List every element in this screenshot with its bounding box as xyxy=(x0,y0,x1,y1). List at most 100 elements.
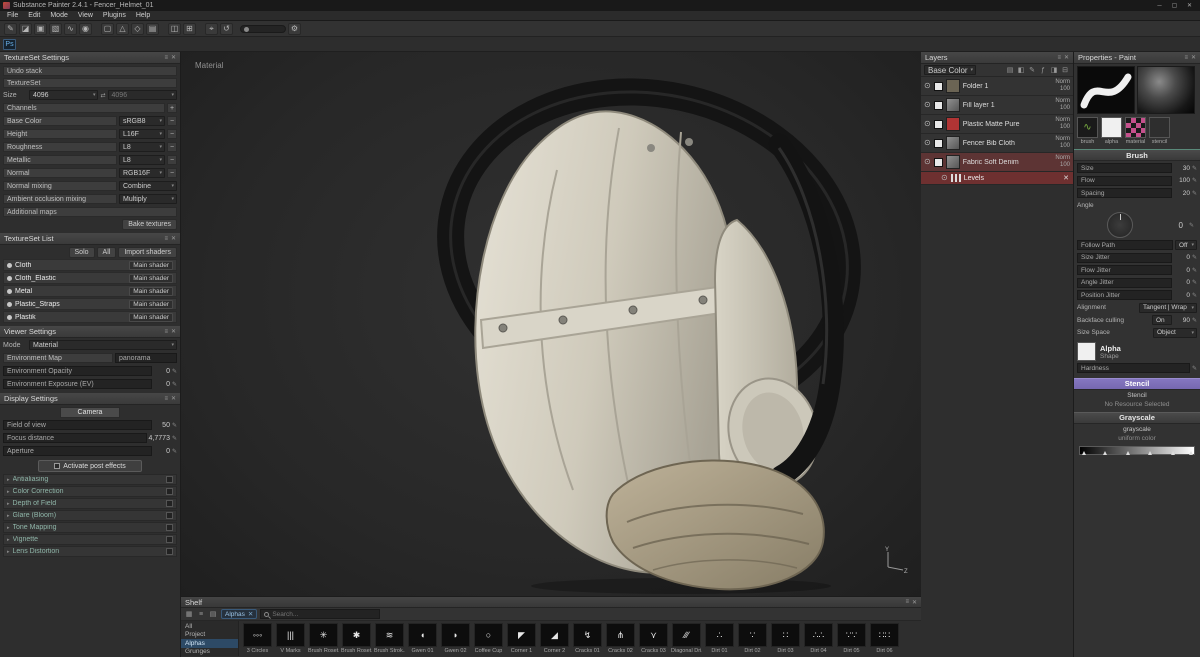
layer-thumbnail[interactable] xyxy=(946,98,960,112)
layer-row[interactable]: ⊙ Plastic Matte Pure Norm100 xyxy=(921,115,1073,134)
gradient-stop-handle[interactable] xyxy=(1103,451,1107,455)
layer-mask-thumbnail[interactable] xyxy=(934,139,943,148)
panel-close-icon[interactable]: ✕ xyxy=(171,54,176,61)
camera-field-slider[interactable]: Aperture xyxy=(3,446,152,456)
geometry-mask-object-icon[interactable]: ▢ xyxy=(101,23,114,35)
environment-opacity-slider[interactable]: Environment Opacity xyxy=(3,366,152,376)
environment-map-field[interactable]: panorama xyxy=(115,353,177,363)
slider-handle[interactable] xyxy=(244,27,249,32)
camera-tab[interactable]: Camera xyxy=(60,407,120,418)
menu-item[interactable]: Mode xyxy=(45,12,73,19)
layer-thumbnail[interactable] xyxy=(946,155,960,169)
textureset-row[interactable]: Cloth_Elastic Main shader xyxy=(3,272,177,284)
visibility-eye-icon[interactable]: ⊙ xyxy=(924,101,931,109)
shelf-item[interactable]: ≋ Brush Strok... xyxy=(374,623,405,654)
import-shaders-button[interactable]: Import shaders xyxy=(118,247,177,258)
shader-link-button[interactable]: Main shader xyxy=(129,300,173,309)
eraser-tool[interactable]: ◪ xyxy=(19,23,32,35)
shelf-item[interactable]: ◦◦◦ 3 Circles xyxy=(242,623,273,654)
post-effect-section[interactable]: ▸ Tone Mapping xyxy=(3,522,177,533)
brush-param-slider[interactable]: Flow xyxy=(1077,176,1172,186)
minimize-button[interactable]: ─ xyxy=(1152,1,1167,11)
all-button[interactable]: All xyxy=(97,247,117,258)
expand-arrow-icon[interactable]: ▸ xyxy=(7,501,10,507)
panel-options-icon[interactable]: ≡ xyxy=(164,395,168,402)
panel-close-icon[interactable]: ✕ xyxy=(171,395,176,402)
separator[interactable] xyxy=(198,23,203,35)
gradient-stop-handle[interactable] xyxy=(1148,451,1152,455)
size-height-dropdown[interactable]: 4096▾ xyxy=(108,90,177,100)
shelf-item[interactable]: ∷ Dirt 03 xyxy=(770,623,801,654)
camera-field-slider[interactable]: Field of view xyxy=(3,420,152,430)
shelf-item[interactable]: ↯ Cracks 01 xyxy=(572,623,603,654)
gradient-stop-handle[interactable] xyxy=(1126,451,1130,455)
layer-thumbnail[interactable] xyxy=(946,117,960,131)
jitter-slider[interactable]: Size Jitter xyxy=(1077,253,1172,263)
edit-value-icon[interactable]: ✎ xyxy=(1192,267,1197,274)
shelf-category[interactable]: All xyxy=(181,622,238,631)
shelf-item[interactable]: ○ Coffee Cup xyxy=(473,623,504,654)
smudge-tool[interactable]: ∿ xyxy=(64,23,77,35)
shader-link-button[interactable]: Main shader xyxy=(129,287,173,296)
shelf-item[interactable]: ∴ Dirt 01 xyxy=(704,623,735,654)
separator[interactable] xyxy=(161,23,166,35)
panel-close-icon[interactable]: ✕ xyxy=(912,599,917,606)
jitter-slider[interactable]: Angle Jitter xyxy=(1077,278,1172,288)
shader-link-button[interactable]: Main shader xyxy=(129,274,173,283)
camera-field-slider[interactable]: Focus distance xyxy=(3,433,147,443)
effect-enabled-checkbox[interactable] xyxy=(166,476,173,483)
symmetry-toggle[interactable]: ◫ xyxy=(168,23,181,35)
link-size-icon[interactable]: ⇄ xyxy=(100,92,105,99)
material-preview-sphere[interactable] xyxy=(1137,66,1195,114)
details-view-icon[interactable]: ▤ xyxy=(208,609,218,619)
menu-item[interactable]: Help xyxy=(131,12,155,19)
follow-path-field[interactable]: Follow Path xyxy=(1077,240,1173,250)
export-photoshop-icon[interactable]: Ps xyxy=(3,39,16,50)
thumbnails-view-icon[interactable]: ▦ xyxy=(184,609,194,619)
post-effect-section[interactable]: ▸ Antialiasing xyxy=(3,474,177,485)
maximize-button[interactable]: ▢ xyxy=(1167,1,1182,11)
paint-brush-tool[interactable]: ✎ xyxy=(4,23,17,35)
grayscale-gradient-editor[interactable] xyxy=(1079,446,1195,455)
expand-arrow-icon[interactable]: ▸ xyxy=(7,477,10,483)
visibility-eye-icon[interactable]: ⊙ xyxy=(924,158,931,166)
panel-options-icon[interactable]: ≡ xyxy=(164,328,168,335)
list-view-icon[interactable]: ≡ xyxy=(196,609,206,619)
separator[interactable] xyxy=(94,23,99,35)
shelf-item[interactable]: ∵ Dirt 02 xyxy=(737,623,768,654)
remove-channel-button[interactable]: − xyxy=(167,129,177,139)
panel-close-icon[interactable]: ✕ xyxy=(171,328,176,335)
post-effects-checkbox[interactable] xyxy=(54,463,60,469)
projection-tool[interactable]: ▣ xyxy=(34,23,47,35)
shelf-item[interactable]: ◗ Gwen 02 xyxy=(440,623,471,654)
expand-arrow-icon[interactable]: ▸ xyxy=(7,525,10,531)
brush-param-slider[interactable]: Spacing xyxy=(1077,188,1172,198)
expand-arrow-icon[interactable]: ▸ xyxy=(7,549,10,555)
size-width-dropdown[interactable]: 4096▾ xyxy=(29,90,98,100)
shelf-item[interactable]: ✳ Brush Roset... xyxy=(308,623,339,654)
layer-row[interactable]: ⊙ Fencer Bib Cloth Norm100 xyxy=(921,134,1073,153)
search-input[interactable] xyxy=(272,611,376,618)
visibility-eye-icon[interactable]: ⊙ xyxy=(924,82,931,90)
brush-size-slider[interactable] xyxy=(240,25,286,33)
remove-channel-button[interactable]: − xyxy=(167,116,177,126)
channel-format-dropdown[interactable]: L8▾ xyxy=(119,142,165,152)
edit-value-icon[interactable]: ✎ xyxy=(172,435,177,442)
perspective-toggle[interactable]: ⊞ xyxy=(183,23,196,35)
effect-enabled-checkbox[interactable] xyxy=(166,500,173,507)
filter-chip-alphas[interactable]: Alphas ✕ xyxy=(221,609,257,619)
shelf-item[interactable]: ∴∴ Dirt 04 xyxy=(803,623,834,654)
effect-enabled-checkbox[interactable] xyxy=(166,512,173,519)
edit-value-icon[interactable]: ✎ xyxy=(1192,292,1197,299)
effect-enabled-checkbox[interactable] xyxy=(166,524,173,531)
delete-layer-icon[interactable]: ⊟ xyxy=(1060,65,1070,75)
polygon-fill-tool[interactable]: ▧ xyxy=(49,23,62,35)
edit-value-icon[interactable]: ✎ xyxy=(172,448,177,455)
normal-mixing-dropdown[interactable]: Combine▾ xyxy=(119,181,177,191)
menu-item[interactable]: Edit xyxy=(23,12,45,19)
geometry-mask-quad-icon[interactable]: ◇ xyxy=(131,23,144,35)
edit-value-icon[interactable]: ✎ xyxy=(1192,279,1197,286)
panel-options-icon[interactable]: ≡ xyxy=(1184,54,1188,61)
edit-value-icon[interactable]: ✎ xyxy=(1189,222,1194,229)
material-thumb[interactable]: material xyxy=(1125,117,1146,145)
